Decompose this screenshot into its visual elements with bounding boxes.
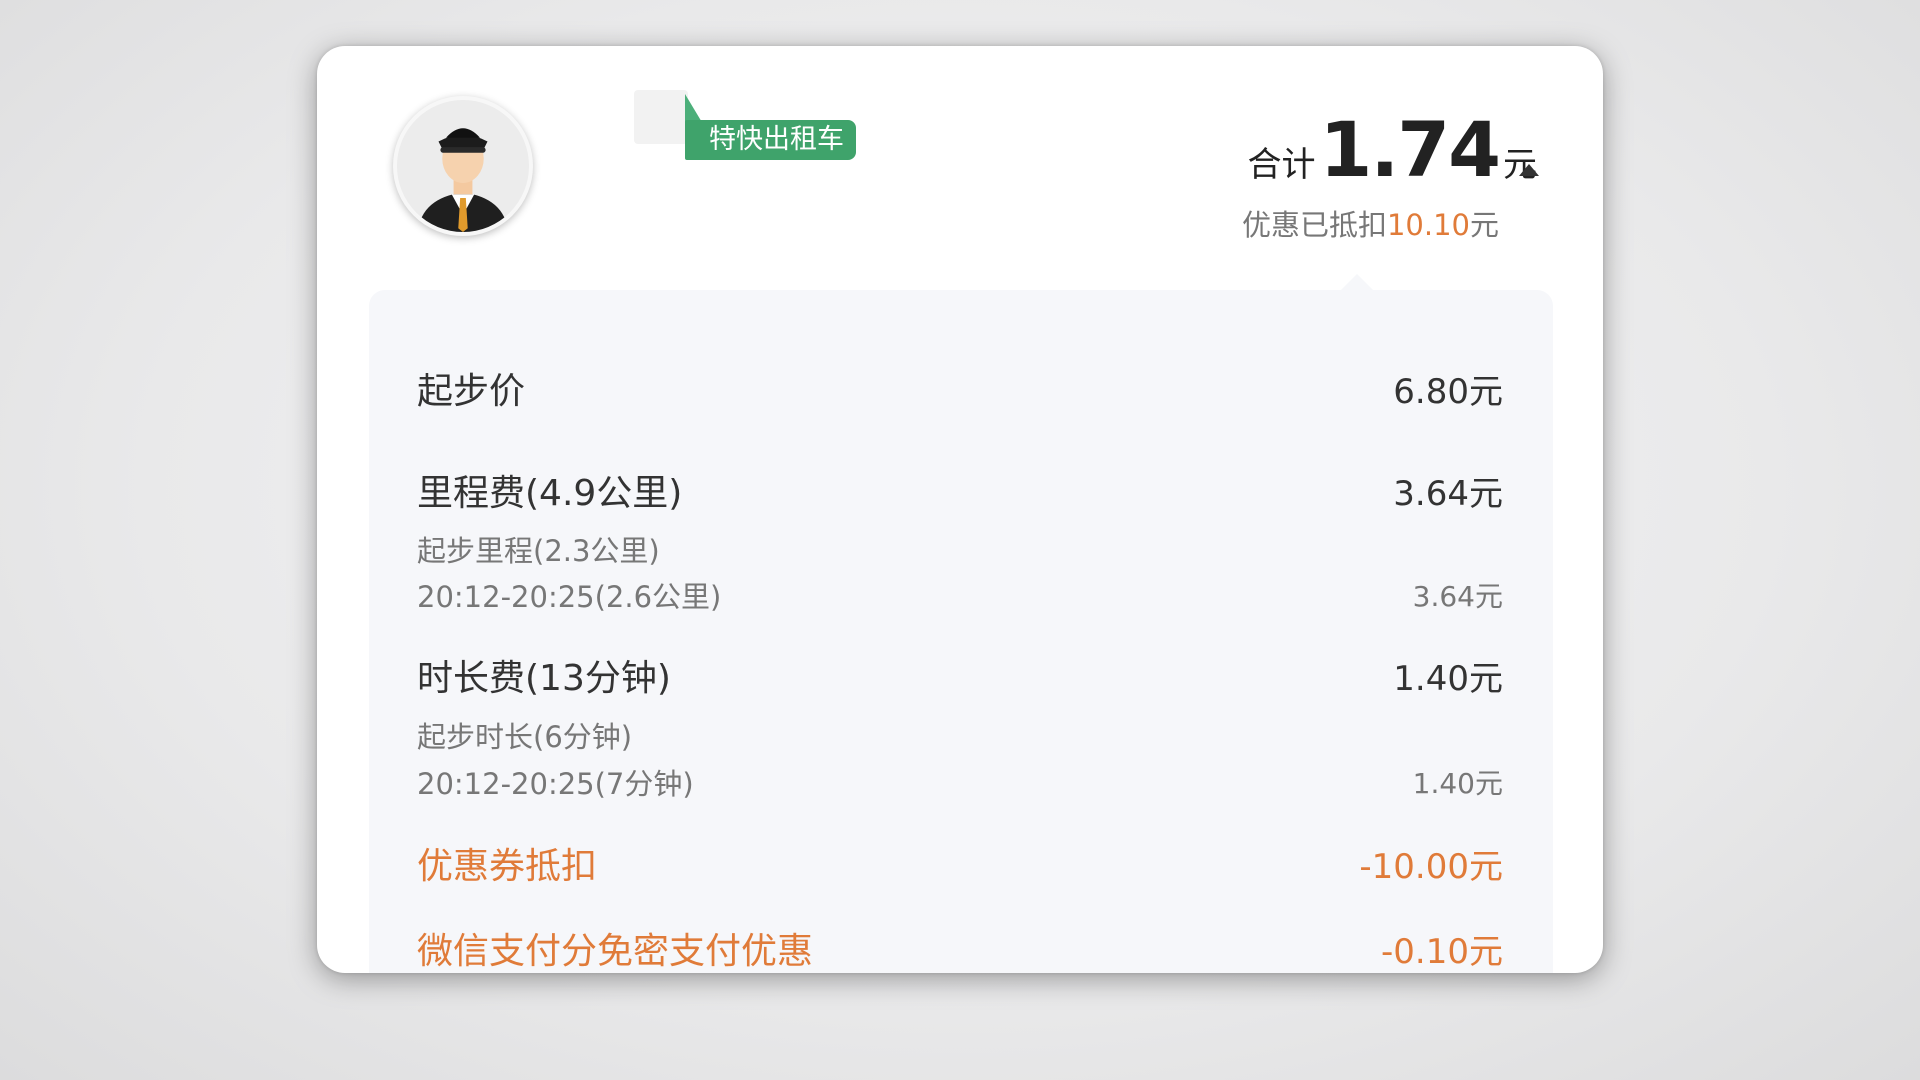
discount-unit: 元 — [1469, 208, 1499, 242]
fee-value: 1.40元 — [1393, 658, 1503, 699]
fee-sub-value: 3.64元 — [1412, 580, 1503, 613]
service-tag-label: 特快出租车 — [685, 120, 856, 160]
fee-sub-value: 1.40元 — [1412, 767, 1503, 800]
total-row[interactable]: 合计 1.74 元 — [1247, 112, 1537, 188]
fee-sub-label: 20:12-20:25(2.6公里) — [417, 580, 722, 614]
fee-sub-label: 起步时长(6分钟) — [417, 720, 633, 754]
caret-up-icon[interactable] — [1519, 164, 1539, 176]
fee-label: 起步价 — [417, 371, 526, 412]
fare-detail-card: 特快出租车 合计 1.74 元 优惠已抵扣10.10元 起步价 6.80元 里程… — [317, 46, 1603, 973]
fee-subrow-distance-start: 起步里程(2.3公里) — [417, 528, 1503, 570]
fee-row-base: 起步价 6.80元 — [417, 362, 1503, 414]
fee-value: -10.00元 — [1359, 846, 1503, 887]
fee-value: -0.10元 — [1381, 931, 1503, 972]
discount-prefix: 优惠已抵扣 — [1241, 208, 1387, 242]
fee-label: 里程费(4.9公里) — [417, 473, 683, 514]
discount-amount: 10.10 — [1386, 208, 1470, 242]
fee-label: 微信支付分免密支付优惠 — [417, 931, 814, 972]
total-unit: 元 — [1503, 145, 1537, 185]
plate-placeholder — [634, 90, 688, 144]
fee-label: 优惠券抵扣 — [417, 846, 598, 887]
fee-row-coupon: 优惠券抵扣 -10.00元 — [417, 837, 1503, 889]
fee-row-wechat: 微信支付分免密支付优惠 -0.10元 — [417, 922, 1503, 973]
fee-value: 3.64元 — [1393, 473, 1503, 514]
total-prefix: 合计 — [1247, 145, 1316, 185]
fee-subrow-duration-period: 20:12-20:25(7分钟) 1.40元 — [417, 761, 1503, 803]
discount-summary: 优惠已抵扣10.10元 — [1242, 202, 1499, 244]
fee-row-duration: 时长费(13分钟) 1.40元 — [417, 649, 1503, 701]
driver-avatar-icon — [393, 96, 533, 236]
fee-label: 时长费(13分钟) — [417, 658, 671, 699]
fee-row-distance: 里程费(4.9公里) 3.64元 — [417, 464, 1503, 516]
fee-subrow-distance-period: 20:12-20:25(2.6公里) 3.64元 — [417, 574, 1503, 616]
fee-sub-label: 起步里程(2.3公里) — [417, 534, 660, 568]
fee-sub-label: 20:12-20:25(7分钟) — [417, 767, 694, 801]
total-amount: 1.74 — [1319, 105, 1501, 194]
fee-subrow-duration-start: 起步时长(6分钟) — [417, 714, 1503, 756]
fee-value: 6.80元 — [1393, 371, 1503, 412]
